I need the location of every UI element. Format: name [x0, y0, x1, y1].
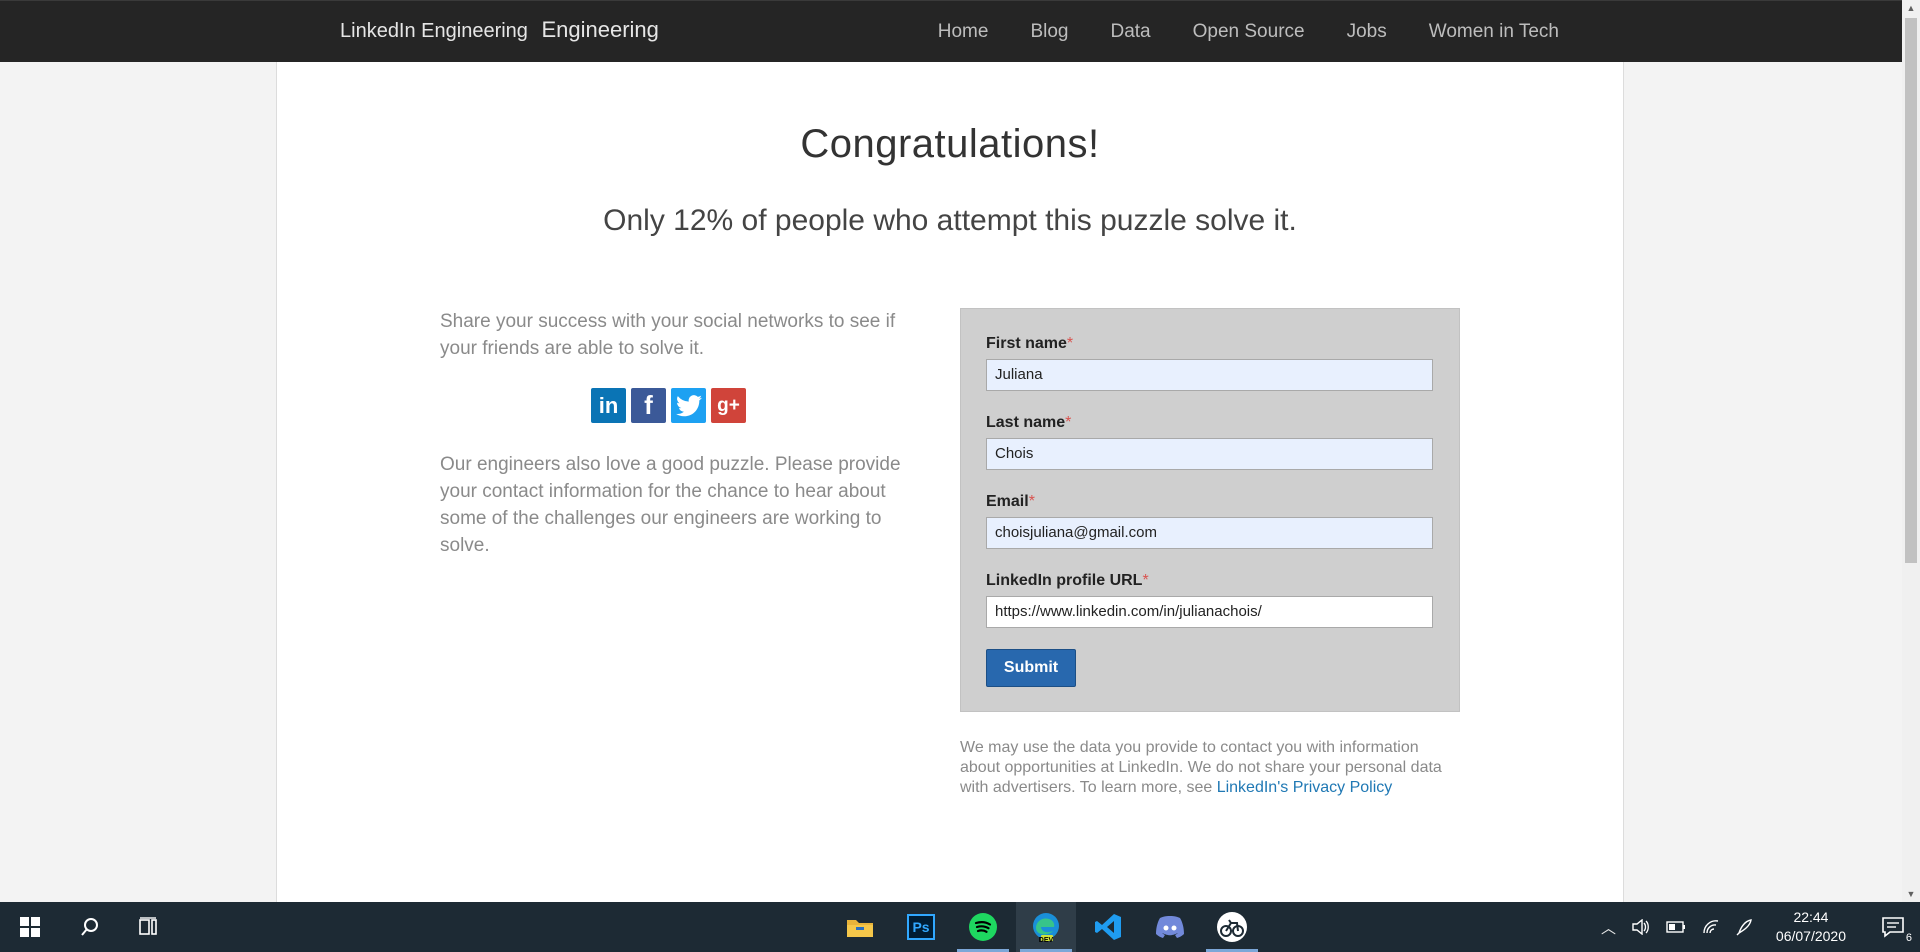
linkedin-url-field: LinkedIn profile URL* https://www.linked…	[986, 572, 1433, 628]
vscode-icon[interactable]	[1078, 902, 1138, 952]
nav-data[interactable]: Data	[1110, 21, 1150, 43]
email-field: Email* choisjuliana@gmail.com	[986, 493, 1433, 549]
speech-bubble-icon	[1882, 917, 1904, 938]
page-title: Congratulations!	[800, 122, 1100, 166]
first-name-input[interactable]: Juliana	[986, 359, 1433, 391]
search-icon[interactable]	[60, 902, 120, 952]
required-mark: *	[1028, 493, 1035, 510]
vertical-scrollbar[interactable]: ▲ ▼	[1902, 0, 1920, 902]
windows-start-icon[interactable]	[0, 902, 60, 952]
twitter-bird-icon	[675, 394, 702, 416]
nav-open-source[interactable]: Open Source	[1193, 21, 1305, 43]
facebook-share-icon[interactable]: f	[631, 388, 666, 423]
linkedin-share-icon[interactable]: in	[591, 388, 626, 423]
required-mark: *	[1066, 335, 1074, 352]
linkedin-url-input[interactable]: https://www.linkedin.com/in/julianachois…	[986, 596, 1433, 628]
discord-icon[interactable]	[1140, 902, 1200, 952]
linkedin-url-label: LinkedIn profile URL*	[986, 572, 1433, 590]
volume-icon[interactable]	[1632, 919, 1650, 935]
clock-date: 06/07/2020	[1775, 928, 1846, 944]
email-input[interactable]: choisjuliana@gmail.com	[986, 517, 1433, 549]
nav-home[interactable]: Home	[938, 21, 989, 43]
required-mark: *	[1065, 414, 1072, 431]
page-subtitle: Only 12% of people who attempt this puzz…	[603, 204, 1297, 237]
bike-logo-icon	[1217, 912, 1247, 942]
discord-logo-icon	[1156, 916, 1184, 938]
share-section: Share your success with your social netw…	[440, 308, 930, 559]
logo-image-alt-text[interactable]: LinkedIn Engineering	[340, 20, 528, 43]
last-name-label: Last name*	[986, 414, 1433, 432]
last-name-label-text: Last name	[986, 414, 1066, 431]
google-plus-glyph: g+	[717, 395, 740, 416]
nav-jobs[interactable]: Jobs	[1347, 21, 1387, 43]
required-mark: *	[1142, 572, 1149, 589]
edge-dev-badge: DEV	[1038, 937, 1054, 944]
email-label: Email*	[986, 493, 1433, 511]
notification-count: 6	[1905, 932, 1912, 944]
linkedin-glyph: in	[598, 393, 619, 418]
system-tray: ︿	[1601, 902, 1754, 952]
brand-text[interactable]: Engineering	[541, 17, 658, 42]
photoshop-glyph: Ps	[907, 914, 935, 940]
email-label-text: Email	[986, 493, 1029, 510]
privacy-disclaimer: We may use the data you provide to conta…	[960, 738, 1460, 798]
show-hidden-icons-icon[interactable]: ︿	[1601, 917, 1616, 938]
nav-blog[interactable]: Blog	[1030, 21, 1068, 43]
battery-icon[interactable]	[1666, 921, 1686, 933]
task-view-icon[interactable]	[120, 902, 180, 952]
content-page: Congratulations! Only 12% of people who …	[276, 62, 1624, 902]
contact-text: Our engineers also love a good puzzle. P…	[440, 454, 901, 556]
nav-women-in-tech[interactable]: Women in Tech	[1429, 21, 1559, 43]
last-name-input[interactable]: Chois	[986, 438, 1433, 470]
first-name-label: First name*	[986, 335, 1433, 353]
clock-time: 22:44	[1793, 909, 1829, 925]
google-plus-share-icon[interactable]: g+	[711, 388, 746, 423]
scroll-up-arrow-icon[interactable]: ▲	[1902, 0, 1920, 16]
first-name-label-text: First name	[986, 335, 1067, 352]
spotify-icon[interactable]	[953, 902, 1013, 952]
folder-icon	[847, 920, 873, 937]
edge-dev-icon[interactable]: DEV	[1016, 902, 1076, 952]
file-explorer-icon[interactable]	[830, 902, 890, 952]
share-text: Share your success with your social netw…	[440, 311, 896, 359]
privacy-policy-link[interactable]: LinkedIn's Privacy Policy	[1217, 779, 1393, 796]
spotify-logo-icon	[969, 913, 997, 941]
scroll-down-arrow-icon[interactable]: ▼	[1902, 886, 1920, 902]
main-nav: Home Blog Data Open Source Jobs Women in…	[938, 21, 1559, 43]
vscode-logo-icon	[1095, 914, 1121, 940]
facebook-glyph: f	[644, 390, 653, 420]
magnifier-icon	[81, 918, 98, 936]
top-nav-bar: LinkedIn Engineering Engineering Home Bl…	[0, 0, 1902, 62]
contact-form: First name* Juliana Last name* Chois Ema…	[960, 308, 1460, 712]
windows-logo-icon	[20, 917, 40, 937]
notification-center-icon[interactable]: 6	[1876, 912, 1912, 944]
submit-button[interactable]: Submit	[986, 649, 1076, 687]
scrollbar-thumb[interactable]	[1905, 18, 1917, 563]
social-share-buttons: in f g+	[407, 388, 930, 423]
taskbar-clock[interactable]: 22:44 06/07/2020	[1776, 908, 1846, 946]
task-view-glyph-icon	[139, 917, 157, 935]
ride-app-icon[interactable]	[1202, 902, 1262, 952]
wifi-icon[interactable]	[1702, 919, 1720, 935]
brand[interactable]: LinkedIn Engineering Engineering	[340, 17, 659, 43]
first-name-field: First name* Juliana	[986, 335, 1433, 391]
twitter-share-icon[interactable]	[671, 388, 706, 423]
windows-taskbar: Ps DEV ︿ 22:44 06/07/2020 6	[0, 902, 1920, 952]
linkedin-url-label-text: LinkedIn profile URL	[986, 572, 1143, 589]
last-name-field: Last name* Chois	[986, 414, 1433, 470]
photoshop-icon[interactable]: Ps	[891, 902, 951, 952]
pen-icon[interactable]	[1736, 918, 1754, 936]
